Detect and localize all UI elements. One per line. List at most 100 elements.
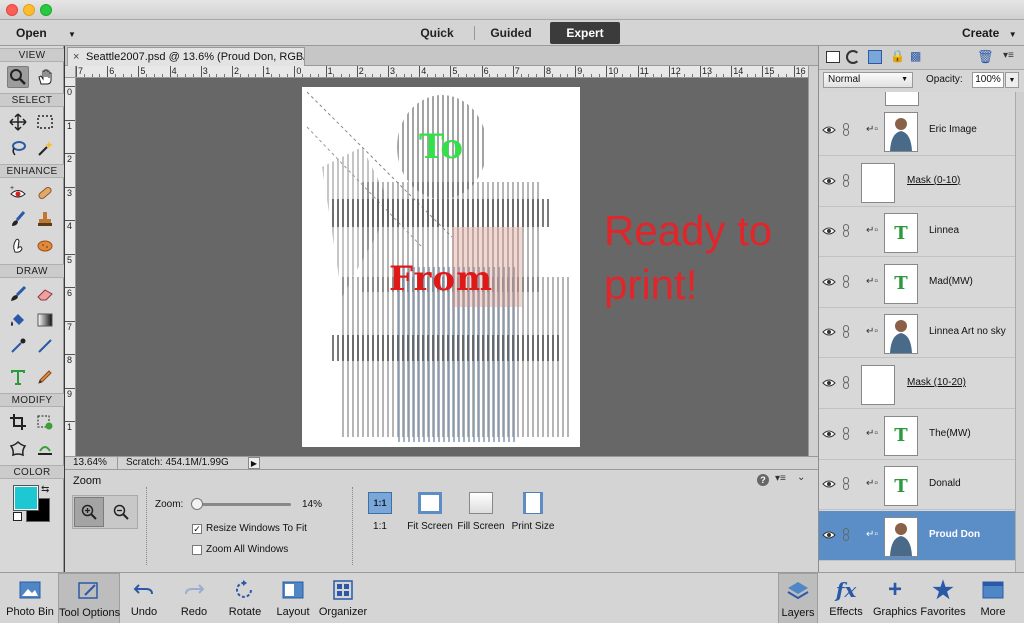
default-colors-icon[interactable] bbox=[13, 512, 22, 521]
smart-brush-tool[interactable] bbox=[7, 208, 29, 230]
crop-tool[interactable] bbox=[7, 411, 29, 433]
marquee-tool[interactable] bbox=[34, 111, 56, 133]
blur-tool[interactable] bbox=[7, 234, 29, 256]
eye-icon[interactable] bbox=[822, 226, 836, 236]
type-tool[interactable] bbox=[7, 366, 29, 388]
effects-button[interactable]: fx Effects bbox=[824, 573, 868, 623]
favorites-button[interactable]: ★ Favorites bbox=[918, 573, 968, 623]
opacity-input[interactable]: 100% bbox=[972, 72, 1004, 88]
chain-link-icon[interactable] bbox=[843, 224, 849, 238]
more-button[interactable]: More bbox=[968, 573, 1018, 623]
layers-button[interactable]: Layers bbox=[778, 573, 818, 623]
zoom-slider[interactable] bbox=[190, 498, 291, 510]
zoom-tool[interactable] bbox=[7, 66, 29, 88]
layer-row[interactable]: ↵▫ Proud Don bbox=[819, 510, 1015, 561]
close-window-button[interactable] bbox=[6, 4, 18, 16]
layer-row[interactable]: ↵▫ Linnea Art no sky bbox=[819, 308, 1015, 359]
chain-link-icon[interactable] bbox=[843, 426, 849, 440]
chain-link-icon[interactable] bbox=[843, 173, 849, 187]
tool-options-button[interactable]: Tool Options bbox=[58, 573, 120, 623]
eraser-tool[interactable] bbox=[34, 283, 56, 305]
cookie-cutter-tool[interactable] bbox=[7, 438, 29, 460]
document-image[interactable]: To From bbox=[302, 87, 580, 447]
close-icon[interactable]: × bbox=[73, 48, 79, 66]
print-size-button[interactable]: Print Size bbox=[508, 492, 558, 532]
swap-colors-icon[interactable]: ⇆ bbox=[41, 484, 49, 495]
layers-scrollbar[interactable] bbox=[1015, 92, 1024, 572]
opacity-dropdown-icon[interactable]: ▼ bbox=[1005, 72, 1019, 88]
layer-row[interactable]: Mask (0-10) bbox=[819, 157, 1015, 207]
zoom-all-windows-option[interactable]: Zoom All Windows bbox=[192, 544, 288, 555]
redo-button[interactable]: Redo bbox=[170, 573, 218, 623]
zoom-out-button[interactable] bbox=[106, 497, 136, 527]
help-icon[interactable]: ? bbox=[757, 474, 769, 486]
layer-row[interactable]: ↵▫ T The(MW) bbox=[819, 410, 1015, 460]
sponge-tool[interactable] bbox=[34, 234, 56, 256]
layer-row[interactable]: ↵▫ T Linnea bbox=[819, 207, 1015, 258]
eye-icon[interactable] bbox=[822, 530, 836, 540]
lock-transparency-icon[interactable]: ▩ bbox=[910, 49, 921, 63]
magic-wand-tool[interactable] bbox=[34, 137, 56, 159]
recompose-tool[interactable] bbox=[34, 411, 56, 433]
trash-icon[interactable]: 🗑 bbox=[977, 49, 994, 65]
eye-icon[interactable] bbox=[822, 327, 836, 337]
eye-icon[interactable] bbox=[822, 429, 836, 439]
move-tool[interactable] bbox=[7, 111, 29, 133]
fill-screen-button[interactable]: Fill Screen bbox=[457, 492, 505, 532]
actual-pixels-button[interactable]: 1:1 1:1 bbox=[365, 492, 395, 532]
lasso-tool[interactable] bbox=[7, 137, 29, 159]
fit-screen-button[interactable]: Fit Screen bbox=[405, 492, 455, 532]
collapse-chevron-icon[interactable]: ⌄ bbox=[797, 472, 805, 483]
chain-link-icon[interactable] bbox=[843, 477, 849, 491]
eye-icon[interactable] bbox=[822, 479, 836, 489]
chain-link-icon[interactable] bbox=[843, 123, 849, 136]
pencil-tool[interactable] bbox=[34, 366, 56, 388]
eye-icon[interactable] bbox=[822, 176, 836, 186]
organizer-button[interactable]: Organizer bbox=[318, 573, 368, 623]
red-eye-tool[interactable]: + bbox=[7, 182, 29, 204]
resize-windows-checkbox[interactable]: ✓ bbox=[192, 523, 202, 534]
chain-link-icon[interactable] bbox=[843, 527, 849, 541]
mode-tab-guided[interactable]: Guided bbox=[480, 22, 542, 44]
new-layer-icon[interactable] bbox=[826, 51, 840, 63]
resize-windows-option[interactable]: ✓ Resize Windows To Fit bbox=[192, 523, 307, 534]
foreground-color-swatch[interactable] bbox=[13, 485, 39, 511]
open-menu-button[interactable]: Open ▼ bbox=[16, 20, 76, 46]
hand-tool[interactable] bbox=[34, 66, 56, 88]
paint-bucket-tool[interactable] bbox=[7, 309, 29, 331]
mode-tab-expert[interactable]: Expert bbox=[550, 22, 620, 44]
straighten-tool[interactable] bbox=[34, 438, 56, 460]
eyedropper-tool[interactable] bbox=[7, 335, 29, 357]
layer-mask-icon[interactable] bbox=[868, 50, 882, 64]
photo-bin-button[interactable]: Photo Bin bbox=[4, 573, 56, 623]
graphics-button[interactable]: + Graphics bbox=[871, 573, 919, 623]
mode-tab-quick[interactable]: Quick bbox=[407, 22, 467, 44]
layer-row[interactable]: ↵▫ T Donald bbox=[819, 460, 1015, 511]
eye-icon[interactable] bbox=[822, 378, 836, 388]
create-menu-button[interactable]: Create ▼ bbox=[962, 20, 1017, 46]
brush-tool[interactable] bbox=[7, 283, 29, 305]
zoom-slider-handle[interactable] bbox=[190, 498, 203, 510]
undo-button[interactable]: Undo bbox=[122, 573, 166, 623]
line-tool[interactable] bbox=[34, 335, 56, 357]
rotate-button[interactable]: Rotate bbox=[222, 573, 268, 623]
zoom-in-button[interactable] bbox=[74, 497, 104, 527]
blend-mode-select[interactable]: Normal ▼ bbox=[823, 72, 913, 88]
layer-row[interactable]: Mask (10-20) bbox=[819, 359, 1015, 409]
layer-row[interactable]: ↵▫ Eric Image bbox=[819, 106, 1015, 156]
adjustment-layer-icon[interactable] bbox=[846, 50, 860, 64]
healing-brush-tool[interactable] bbox=[34, 182, 56, 204]
gradient-tool[interactable] bbox=[34, 309, 56, 331]
canvas-scrollbar[interactable] bbox=[808, 66, 818, 456]
minimize-window-button[interactable] bbox=[23, 4, 35, 16]
panel-menu-icon[interactable]: ▾≡ bbox=[1003, 50, 1014, 61]
clone-stamp-tool[interactable] bbox=[34, 208, 56, 230]
document-tab[interactable]: × Seattle2007.psd @ 13.6% (Proud Don, RG… bbox=[67, 47, 305, 66]
zoom-window-button[interactable] bbox=[40, 4, 52, 16]
panel-menu-icon[interactable]: ▾≡ bbox=[775, 473, 786, 484]
chain-link-icon[interactable] bbox=[843, 376, 849, 389]
chain-link-icon[interactable] bbox=[843, 325, 849, 339]
status-menu-arrow-icon[interactable]: ▶ bbox=[248, 457, 260, 469]
chain-link-icon[interactable] bbox=[843, 274, 849, 288]
eye-icon[interactable] bbox=[822, 125, 836, 135]
